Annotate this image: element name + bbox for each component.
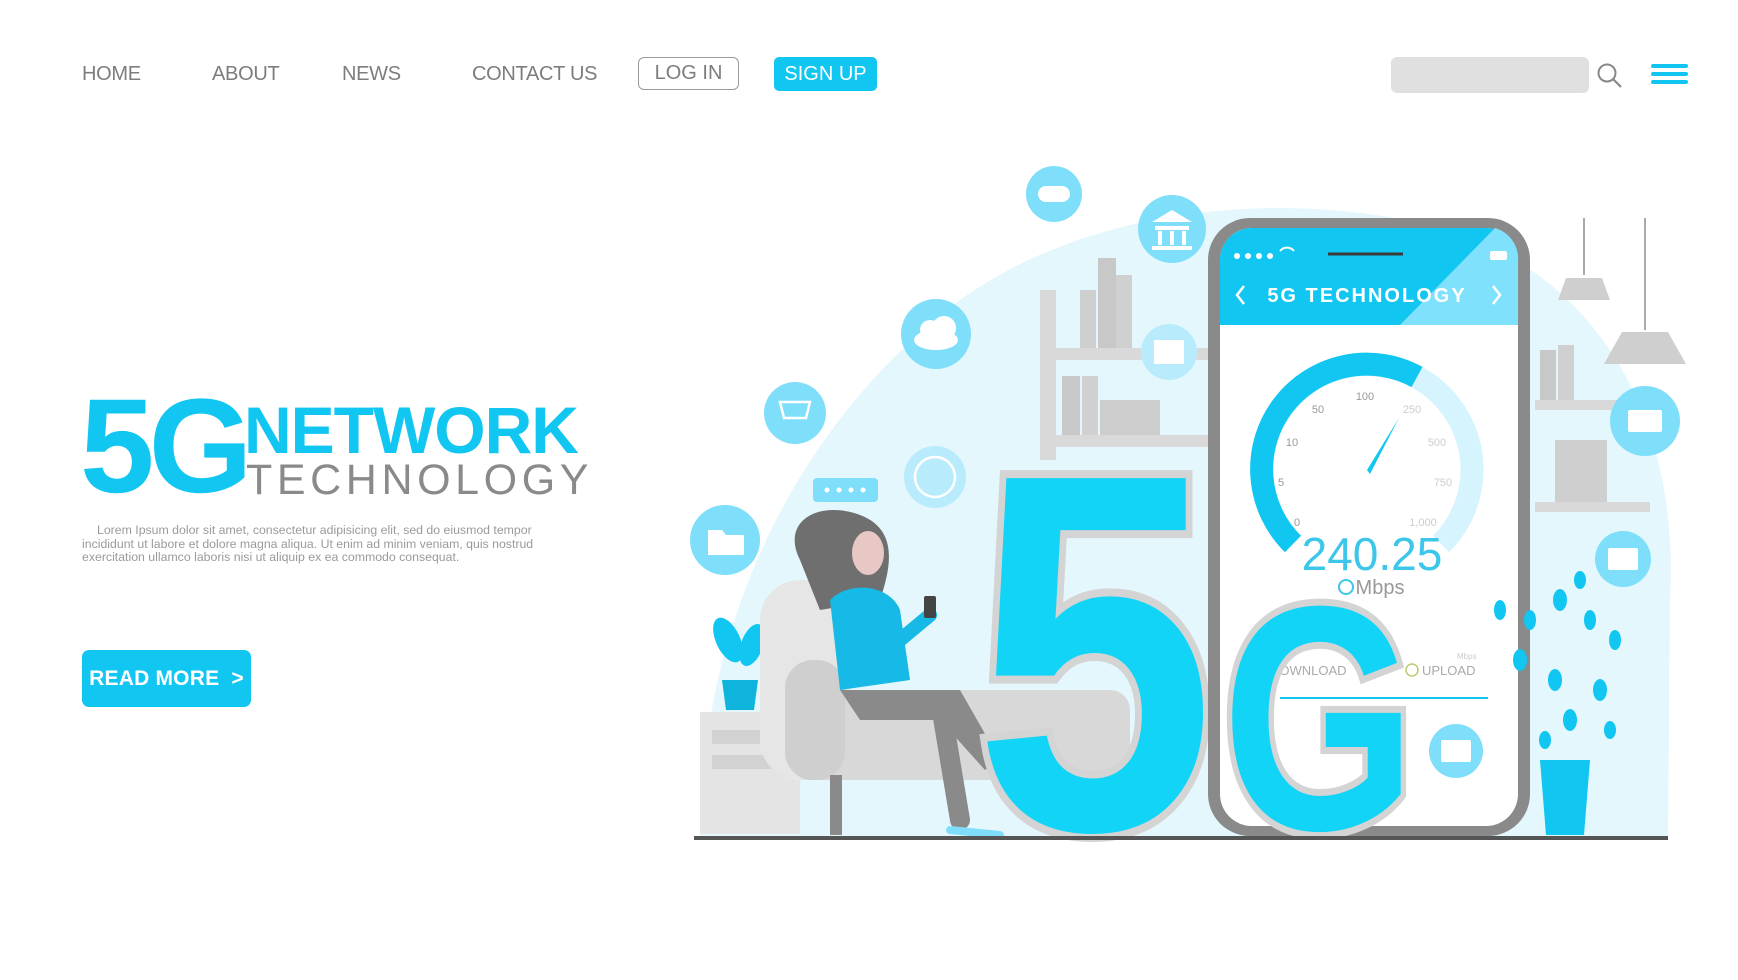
globe-icon — [904, 446, 966, 508]
cart-icon — [764, 382, 826, 444]
gauge-tick: 50 — [1312, 404, 1324, 416]
gauge-tick: 5 — [1278, 477, 1284, 489]
chat-bubble-icon — [813, 478, 878, 502]
gauge-tick: 500 — [1428, 437, 1446, 449]
big-5-letter: 5 — [974, 369, 1215, 938]
battery-icon — [1490, 251, 1507, 260]
gauge-tick: 0 — [1294, 517, 1300, 529]
small-unit: Mbps — [1457, 652, 1477, 661]
gauge-tick: 100 — [1356, 391, 1374, 403]
big-g-letter: G — [1222, 539, 1416, 897]
upload-label: UPLOAD — [1422, 663, 1475, 678]
gauge-tick: 10 — [1286, 437, 1298, 449]
gauge-tick: 750 — [1434, 477, 1452, 489]
5g-illustration: 5 5G TECHNOLOGY 0 5 10 50 100 250 500 75… — [690, 166, 1686, 945]
phone-title: 5G TECHNOLOGY — [1267, 285, 1466, 307]
gauge-tick: 250 — [1403, 404, 1421, 416]
